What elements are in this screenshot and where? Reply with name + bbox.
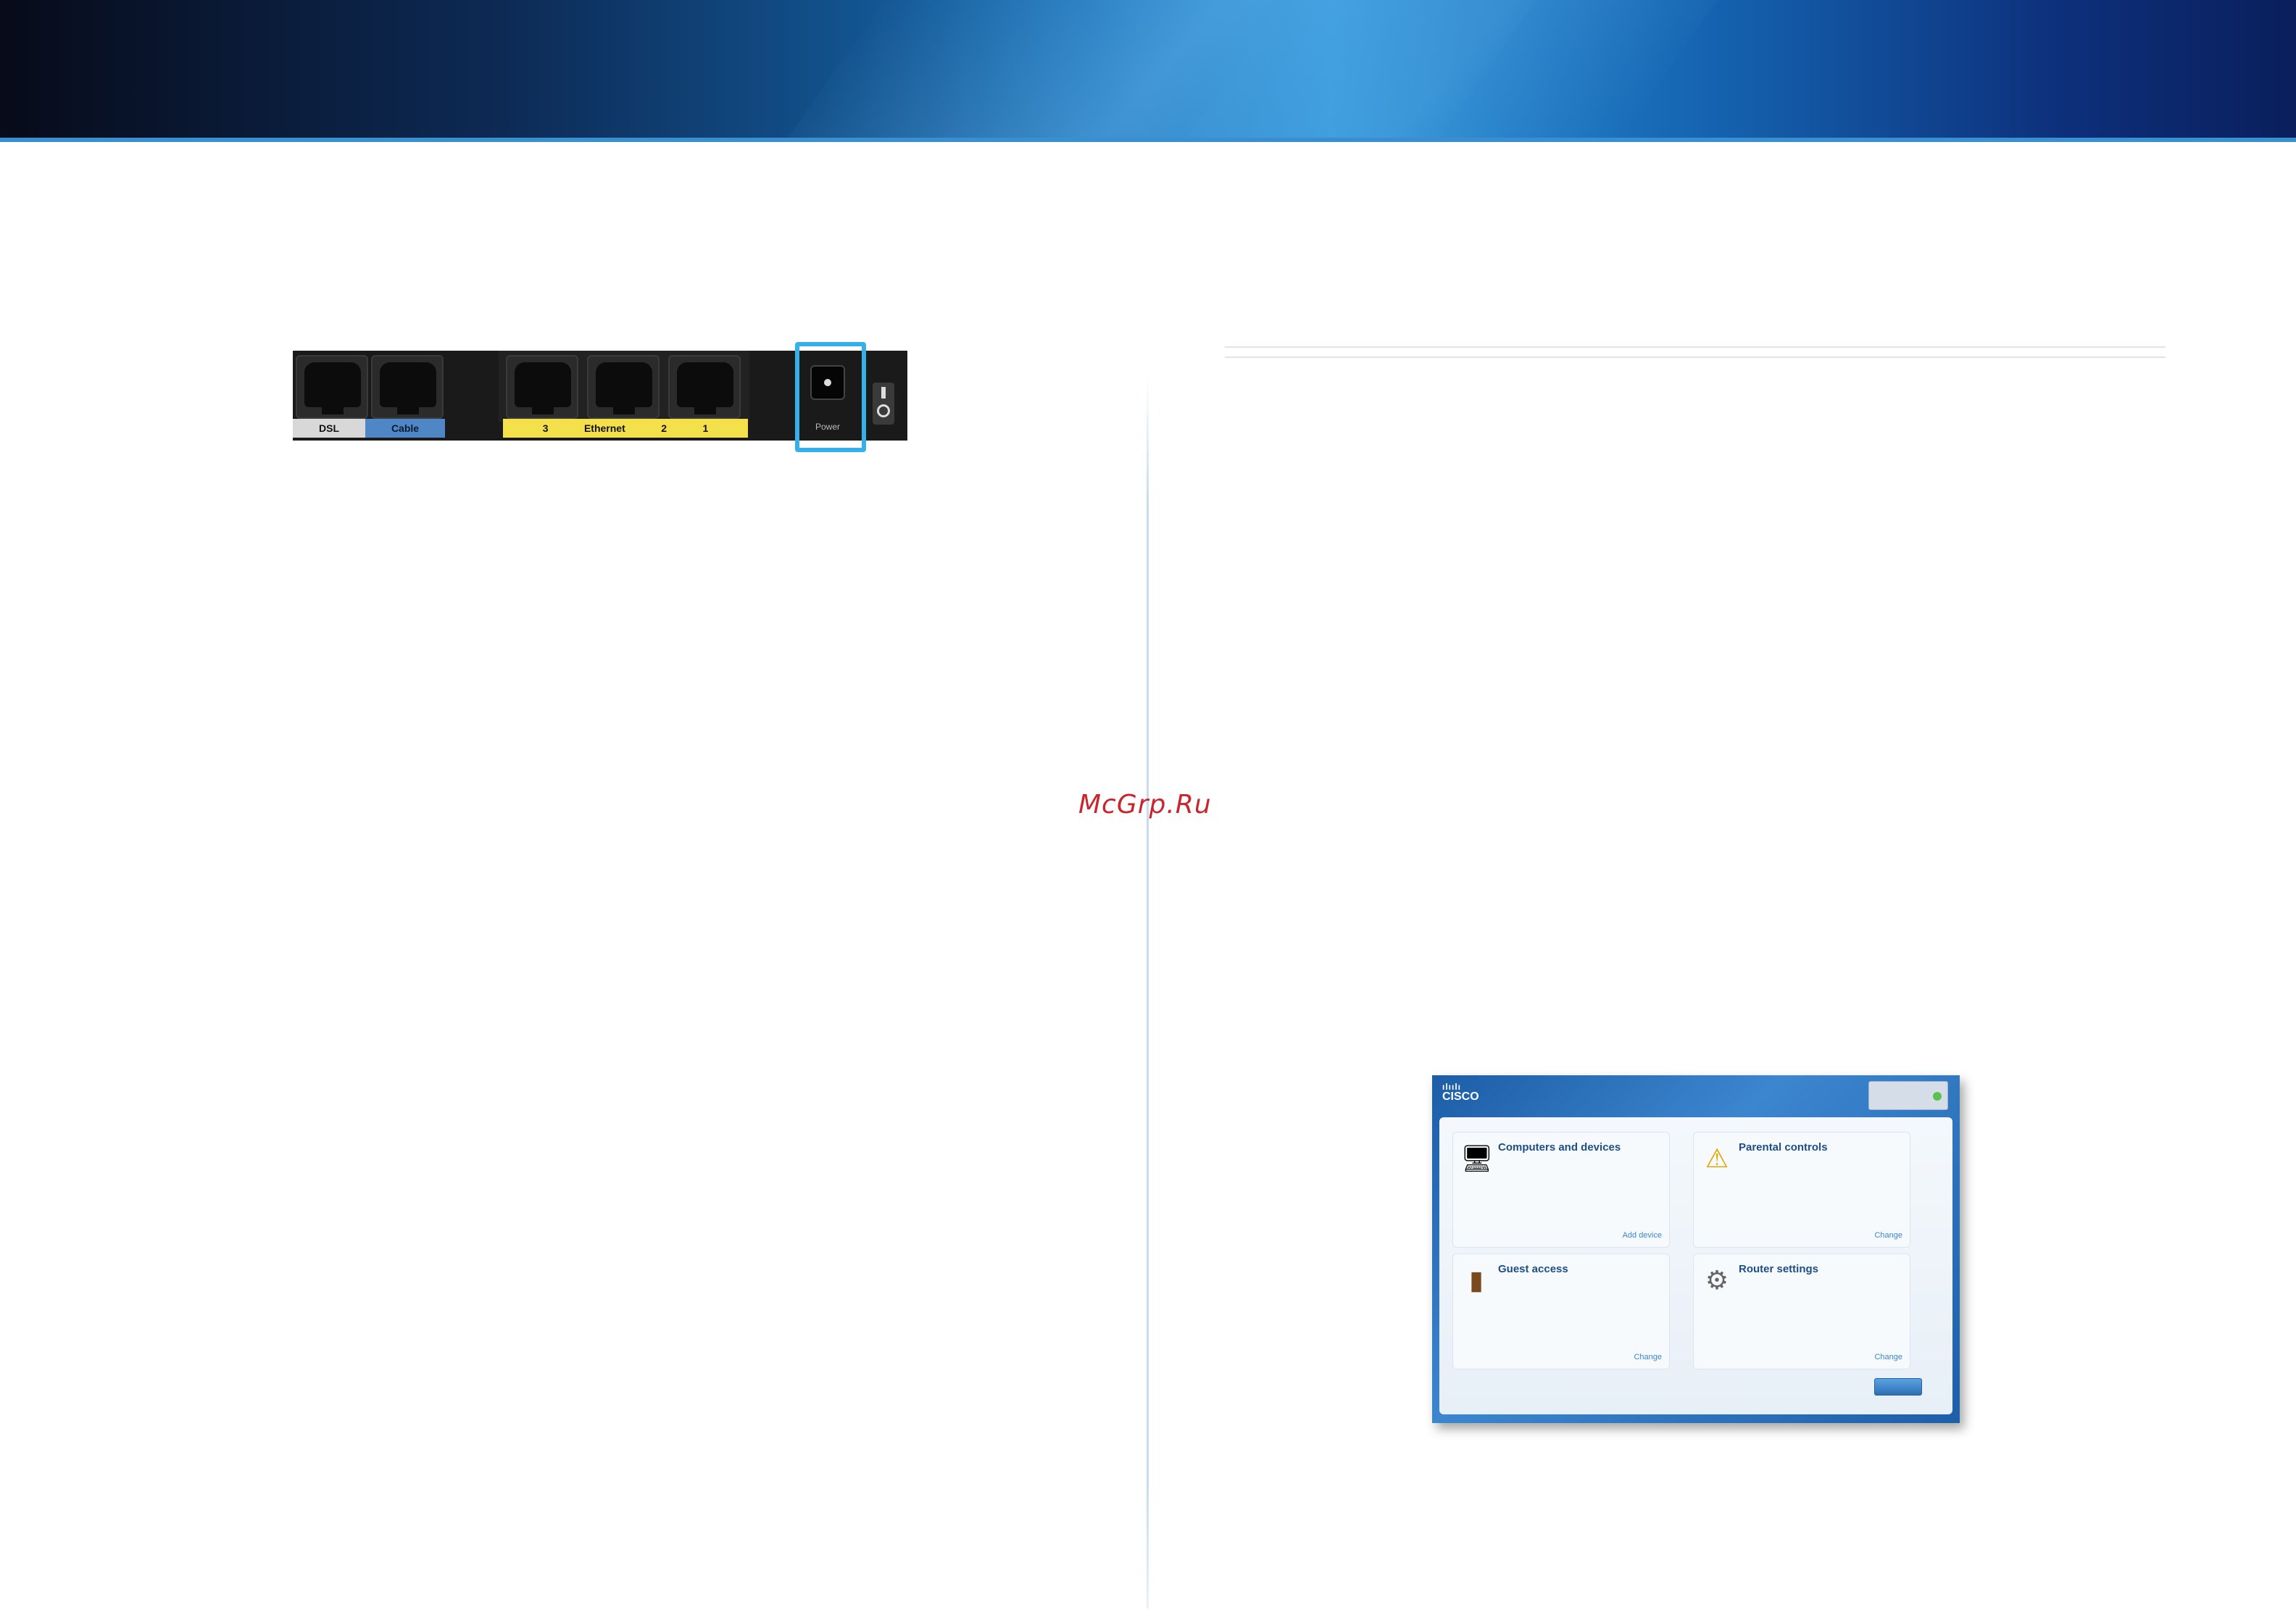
dsl-port bbox=[296, 355, 368, 419]
tile-title: Parental controls bbox=[1739, 1141, 1828, 1154]
ethernet-3-label: 3 bbox=[542, 422, 549, 434]
change-link[interactable]: Change bbox=[1874, 1231, 1902, 1240]
guest-house-icon: ▮ bbox=[1469, 1265, 1484, 1295]
tile-computers-devices[interactable]: 🖥 Computers and devices Add device bbox=[1452, 1132, 1670, 1248]
tile-guest-access[interactable]: ▮ Guest access Change bbox=[1452, 1254, 1670, 1369]
ethernet-label-strip: 3 Ethernet 2 1 bbox=[503, 419, 748, 438]
change-link[interactable]: Change bbox=[1874, 1353, 1902, 1361]
ethernet-port-2 bbox=[587, 355, 660, 419]
tile-title: Guest access bbox=[1498, 1263, 1568, 1275]
ethernet-ports bbox=[499, 351, 749, 422]
computer-icon: 🖥 bbox=[1460, 1143, 1494, 1173]
banner-underline bbox=[0, 138, 2296, 142]
warning-icon: ⚠ bbox=[1705, 1143, 1729, 1173]
tile-title: Router settings bbox=[1739, 1263, 1819, 1275]
section-rule bbox=[1225, 346, 2166, 358]
column-divider bbox=[1147, 377, 1149, 1609]
power-port-highlight bbox=[795, 342, 866, 452]
ethernet-2-label: 2 bbox=[661, 422, 667, 434]
watermark: McGrp.Ru bbox=[1078, 790, 1212, 819]
add-device-link[interactable]: Add device bbox=[1623, 1231, 1662, 1240]
status-dot-icon bbox=[1933, 1092, 1942, 1101]
cable-port bbox=[371, 355, 444, 419]
tile-router-settings[interactable]: ⚙ Router settings Change bbox=[1693, 1254, 1910, 1369]
change-link[interactable]: Change bbox=[1634, 1353, 1662, 1361]
dsl-label: DSL bbox=[293, 419, 365, 438]
tile-title: Computers and devices bbox=[1498, 1141, 1621, 1154]
ethernet-1-label: 1 bbox=[702, 422, 709, 434]
header-banner bbox=[0, 0, 2296, 142]
dashboard-panel: 🖥 Computers and devices Add device ⚠ Par… bbox=[1439, 1117, 1952, 1414]
cisco-logo: ılıılı CISCO bbox=[1442, 1082, 1479, 1103]
manual-page: DSL Cable 3 Ethernet 2 1 Power McGrp.Ru … bbox=[0, 0, 2296, 1610]
cisco-connect-screenshot: ılıılı CISCO 🖥 Computers and devices Add… bbox=[1432, 1075, 1960, 1423]
gears-icon: ⚙ bbox=[1705, 1265, 1729, 1295]
close-button[interactable] bbox=[1874, 1378, 1922, 1396]
tile-parental-controls[interactable]: ⚠ Parental controls Change bbox=[1693, 1132, 1910, 1248]
ethernet-port-1 bbox=[668, 355, 741, 419]
power-switch-icon bbox=[873, 383, 894, 425]
status-indicator bbox=[1868, 1081, 1948, 1110]
ethernet-label: Ethernet bbox=[583, 422, 625, 434]
ethernet-port-3 bbox=[506, 355, 578, 419]
cable-label: Cable bbox=[365, 419, 445, 438]
